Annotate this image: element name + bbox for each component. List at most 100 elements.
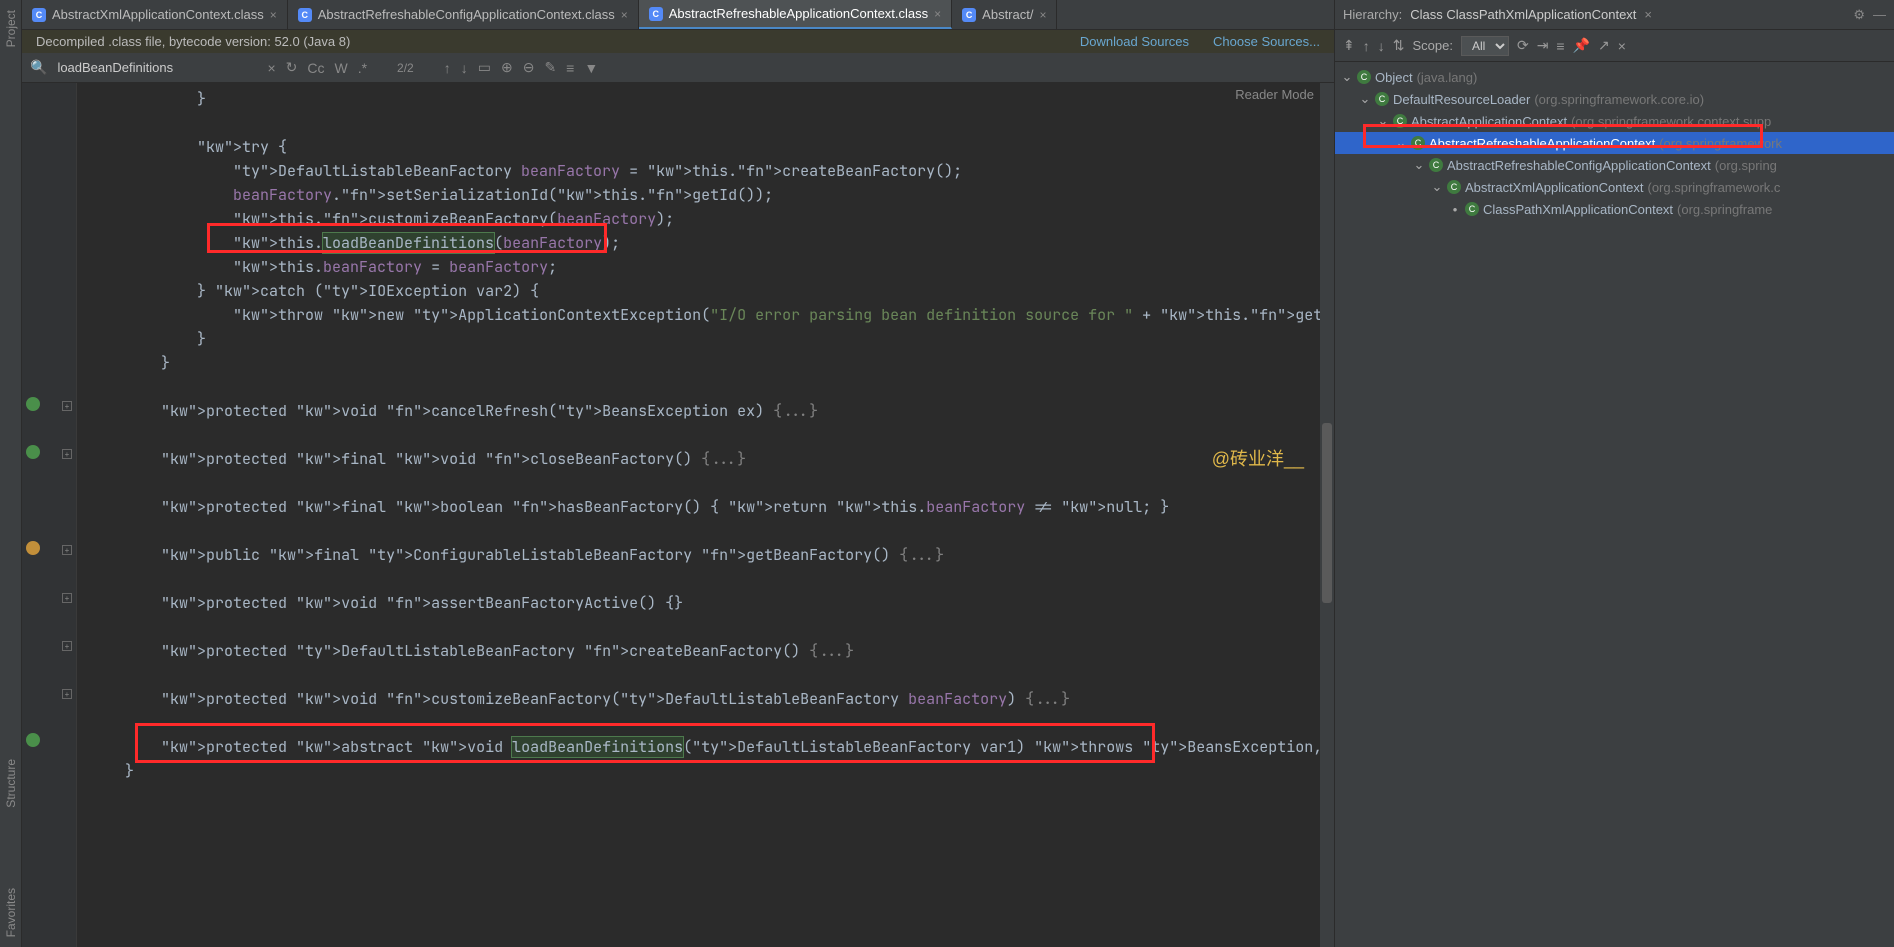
clear-search-icon[interactable]: ×	[267, 60, 275, 76]
hierarchy-panel: Hierarchy: Class ClassPathXmlApplication…	[1334, 0, 1894, 947]
class-icon: C	[1357, 70, 1371, 84]
search-history-icon[interactable]: ↻	[286, 59, 298, 76]
fold-toggle[interactable]: +	[62, 401, 72, 411]
class-icon: C	[1447, 180, 1461, 194]
fold-toggle[interactable]: +	[62, 689, 72, 699]
hierarchy-header: Hierarchy: Class ClassPathXmlApplication…	[1335, 0, 1894, 30]
autoscroll-icon[interactable]: ⇥	[1537, 37, 1549, 54]
select-all-icon[interactable]: ▭	[478, 59, 491, 76]
choose-sources-link[interactable]: Choose Sources...	[1213, 34, 1320, 49]
fold-toggle[interactable]: +	[62, 449, 72, 459]
remove-selection-icon[interactable]: ⊖	[523, 59, 535, 76]
code-line: }	[89, 351, 1320, 375]
prev-match-icon[interactable]: ↑	[444, 60, 451, 76]
editor-scrollbar[interactable]	[1320, 83, 1334, 947]
expand-arrow-icon[interactable]: ⌄	[1359, 91, 1371, 107]
code-line	[89, 519, 1320, 543]
close-tab-icon[interactable]: ×	[270, 8, 277, 22]
project-tool-button[interactable]: Project	[4, 10, 18, 47]
expand-arrow-icon[interactable]: •	[1449, 202, 1461, 217]
tree-node[interactable]: ⌄ C AbstractXmlApplicationContext (org.s…	[1335, 176, 1894, 198]
hierarchy-tree: ⌄ C Object (java.lang)⌄ C DefaultResourc…	[1335, 62, 1894, 947]
class-file-icon: C	[649, 7, 663, 21]
structure-tool-button[interactable]: Structure	[4, 759, 18, 808]
tree-node[interactable]: ⌄ C DefaultResourceLoader (org.springfra…	[1335, 88, 1894, 110]
editor-tab[interactable]: C AbstractRefreshableApplicationContext.…	[639, 0, 952, 29]
download-sources-link[interactable]: Download Sources	[1080, 34, 1189, 49]
filter-icon[interactable]: ≡	[566, 60, 574, 76]
code-line: } "kw">catch ("ty">IOException var2) {	[89, 279, 1320, 303]
pin-icon[interactable]: 📌	[1573, 37, 1590, 54]
override-gutter-icon[interactable]	[26, 445, 40, 459]
code-line: }	[89, 327, 1320, 351]
tree-node-package: (org.springframework.core.io)	[1534, 92, 1704, 107]
subtypes-icon[interactable]: ↓	[1378, 38, 1385, 54]
code-line: "kw">protected "ty">DefaultListableBeanF…	[89, 639, 1320, 663]
hierarchy-class-link[interactable]: Class ClassPathXmlApplicationContext	[1410, 7, 1636, 22]
toggle-selection-icon[interactable]: ✎	[544, 59, 556, 76]
add-selection-icon[interactable]: ⊕	[501, 59, 513, 76]
favorites-tool-button[interactable]: Favorites	[4, 888, 18, 937]
code-line	[89, 615, 1320, 639]
reader-mode-label[interactable]: Reader Mode	[1235, 87, 1314, 102]
scope-label: Scope:	[1412, 38, 1452, 53]
hierarchy-toolbar: ⇞ ↑ ↓ ⇅ Scope: All ⟳ ⇥ ≡ 📌 ↗ ×	[1335, 30, 1894, 62]
editor-tab[interactable]: C AbstractXmlApplicationContext.class ×	[22, 0, 288, 29]
expand-arrow-icon[interactable]: ⌄	[1431, 179, 1443, 195]
refresh-icon[interactable]: ⟳	[1517, 37, 1529, 54]
whole-word-toggle[interactable]: W	[334, 60, 347, 76]
class-file-icon: C	[298, 8, 312, 22]
scope-select[interactable]: All	[1461, 36, 1509, 56]
code-line: "kw">try {	[89, 135, 1320, 159]
override-gutter-icon[interactable]	[26, 397, 40, 411]
hide-icon[interactable]: —	[1873, 7, 1886, 23]
fold-toggle[interactable]: +	[62, 593, 72, 603]
editor-tab[interactable]: C AbstractRefreshableConfigApplicationCo…	[288, 0, 639, 29]
expand-arrow-icon[interactable]: ⌄	[1377, 113, 1389, 129]
tree-node-package: (org.springframework.c	[1647, 180, 1780, 195]
tree-node-package: (org.spring	[1715, 158, 1777, 173]
tree-node[interactable]: • C ClassPathXmlApplicationContext (org.…	[1335, 198, 1894, 220]
regex-toggle[interactable]: .*	[358, 60, 367, 76]
code-line	[89, 711, 1320, 735]
expand-arrow-icon[interactable]: ⌄	[1341, 69, 1353, 85]
code-line	[89, 471, 1320, 495]
fold-toggle[interactable]: +	[62, 641, 72, 651]
search-input[interactable]	[57, 60, 257, 75]
export-icon[interactable]: ↗	[1598, 37, 1610, 54]
sort-icon[interactable]: ⇅	[1393, 37, 1405, 54]
class-hierarchy-icon[interactable]: ⇞	[1343, 37, 1355, 54]
tree-node[interactable]: ⌄ C AbstractRefreshableConfigApplication…	[1335, 154, 1894, 176]
class-icon: C	[1411, 136, 1425, 150]
scrollbar-thumb[interactable]	[1322, 423, 1332, 603]
class-icon: C	[1375, 92, 1389, 106]
code-editor[interactable]: + + + + + + } "kw">try { "ty">DefaultLis…	[22, 83, 1334, 947]
match-count: 2/2	[397, 61, 414, 75]
tree-node-name: AbstractXmlApplicationContext	[1465, 180, 1643, 195]
funnel-icon[interactable]: ▼	[584, 60, 598, 76]
supertypes-icon[interactable]: ↑	[1363, 38, 1370, 54]
editor-tab[interactable]: C Abstract/ ×	[952, 0, 1057, 29]
close-tab-icon[interactable]: ×	[1039, 8, 1046, 22]
tree-node-name: AbstractRefreshableApplicationContext	[1429, 136, 1655, 151]
code-line: }	[89, 87, 1320, 111]
tree-node[interactable]: ⌄ C AbstractRefreshableApplicationContex…	[1335, 132, 1894, 154]
next-match-icon[interactable]: ↓	[461, 60, 468, 76]
gear-icon[interactable]: ⚙	[1853, 7, 1865, 23]
expand-arrow-icon[interactable]: ⌄	[1413, 157, 1425, 173]
tree-node[interactable]: ⌄ C AbstractApplicationContext (org.spri…	[1335, 110, 1894, 132]
implements-gutter-icon[interactable]	[26, 541, 40, 555]
class-icon: C	[1429, 158, 1443, 172]
match-case-toggle[interactable]: Cc	[307, 60, 324, 76]
code-content[interactable]: } "kw">try { "ty">DefaultListableBeanFac…	[77, 83, 1320, 947]
search-icon: 🔍	[30, 59, 47, 76]
close-icon[interactable]: ×	[1618, 38, 1626, 54]
code-line: "kw">throw "kw">new "ty">ApplicationCont…	[89, 303, 1320, 327]
override-gutter-icon[interactable]	[26, 733, 40, 747]
expand-all-icon[interactable]: ≡	[1556, 38, 1564, 54]
expand-arrow-icon[interactable]: ⌄	[1395, 135, 1407, 151]
tree-node[interactable]: ⌄ C Object (java.lang)	[1335, 66, 1894, 88]
fold-toggle[interactable]: +	[62, 545, 72, 555]
close-tab-icon[interactable]: ×	[621, 8, 628, 22]
close-tab-icon[interactable]: ×	[934, 7, 941, 21]
